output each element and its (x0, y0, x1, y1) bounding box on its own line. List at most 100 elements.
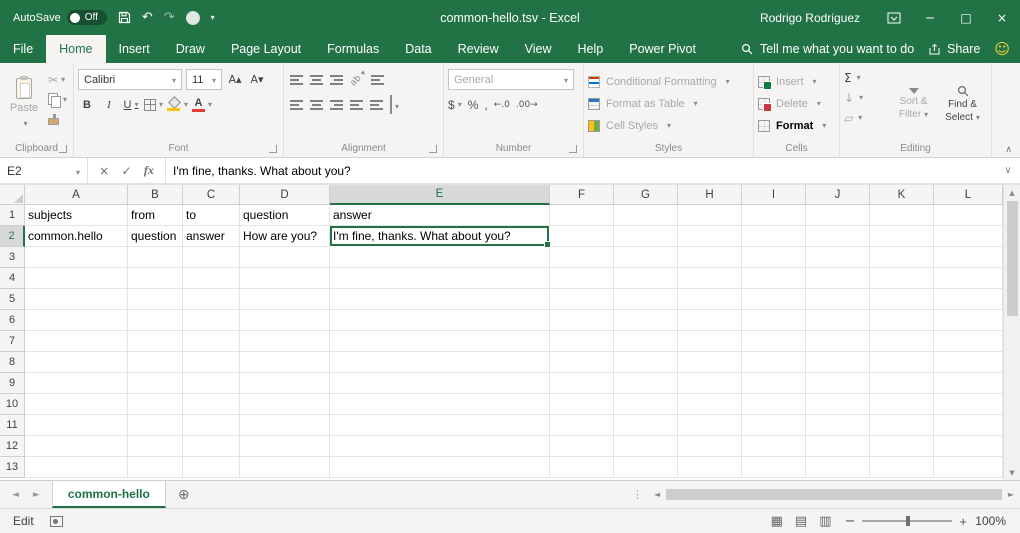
cell-H6[interactable] (678, 310, 742, 331)
row-header-5[interactable]: 5 (0, 289, 25, 310)
cell-A3[interactable] (25, 247, 128, 268)
zoom-slider[interactable] (862, 520, 952, 522)
cell-J6[interactable] (806, 310, 870, 331)
shrink-font-button[interactable]: A▾ (248, 70, 266, 90)
column-header-L[interactable]: L (934, 185, 1003, 205)
user-name[interactable]: Rodrigo Rodriguez (760, 11, 860, 25)
accounting-format-button[interactable]: $ (448, 98, 462, 112)
select-all-button[interactable] (0, 185, 25, 205)
cell-C4[interactable] (183, 268, 240, 289)
tab-formulas[interactable]: Formulas (314, 35, 392, 63)
decrease-decimal-button[interactable]: .00→ (516, 100, 538, 110)
row-header-11[interactable]: 11 (0, 415, 25, 436)
cell-B4[interactable] (128, 268, 183, 289)
cell-J3[interactable] (806, 247, 870, 268)
cell-L2[interactable] (934, 226, 1003, 247)
cell-L10[interactable] (934, 394, 1003, 415)
cell-F4[interactable] (550, 268, 614, 289)
zoom-level[interactable]: 100% (974, 514, 1020, 528)
vertical-scrollbar[interactable]: ▲ ▼ (1003, 185, 1020, 480)
cell-G6[interactable] (614, 310, 678, 331)
save-icon[interactable] (118, 11, 131, 24)
previous-sheet-icon[interactable]: ◄ (12, 490, 19, 500)
close-button[interactable]: × (984, 0, 1020, 35)
cell-D3[interactable] (240, 247, 330, 268)
cell-A8[interactable] (25, 352, 128, 373)
view-normal-icon[interactable]: ▦ (765, 514, 789, 529)
scroll-down-icon[interactable]: ▼ (1004, 465, 1020, 480)
cell-G7[interactable] (614, 331, 678, 352)
cell-J11[interactable] (806, 415, 870, 436)
expand-formula-bar-icon[interactable]: ∨ (996, 158, 1020, 183)
cell-E11[interactable] (330, 415, 550, 436)
conditional-formatting-button[interactable]: Conditional Formatting (588, 72, 749, 92)
cell-D8[interactable] (240, 352, 330, 373)
cell-G11[interactable] (614, 415, 678, 436)
cell-E3[interactable] (330, 247, 550, 268)
cell-I3[interactable] (742, 247, 806, 268)
cell-A11[interactable] (25, 415, 128, 436)
cell-I13[interactable] (742, 457, 806, 478)
cell-E12[interactable] (330, 436, 550, 457)
tab-help[interactable]: Help (565, 35, 617, 63)
scroll-left-icon[interactable]: ◄ (648, 490, 666, 499)
cell-J2[interactable] (806, 226, 870, 247)
cell-C9[interactable] (183, 373, 240, 394)
name-box[interactable]: E2 (0, 158, 88, 183)
cell-F3[interactable] (550, 247, 614, 268)
macro-record-icon[interactable] (50, 516, 63, 527)
cell-A4[interactable] (25, 268, 128, 289)
cell-I12[interactable] (742, 436, 806, 457)
align-left-icon[interactable] (290, 99, 303, 110)
row-header-12[interactable]: 12 (0, 436, 25, 457)
cell-A9[interactable] (25, 373, 128, 394)
autosave-toggle[interactable]: AutoSave Off (13, 10, 107, 25)
cell-I11[interactable] (742, 415, 806, 436)
cell-G3[interactable] (614, 247, 678, 268)
autosave-pill[interactable]: Off (67, 10, 107, 25)
cell-H7[interactable] (678, 331, 742, 352)
column-header-F[interactable]: F (550, 185, 614, 205)
cell-J9[interactable] (806, 373, 870, 394)
cell-J1[interactable] (806, 205, 870, 226)
find-select-button[interactable]: Find & Select (938, 67, 987, 140)
tab-power-pivot[interactable]: Power Pivot (616, 35, 709, 63)
cell-I6[interactable] (742, 310, 806, 331)
undo-icon[interactable]: ↶ (142, 11, 153, 24)
tab-draw[interactable]: Draw (163, 35, 218, 63)
clear-button[interactable]: ▱ (844, 109, 889, 126)
align-center-icon[interactable] (310, 99, 323, 110)
row-header-10[interactable]: 10 (0, 394, 25, 415)
cell-H9[interactable] (678, 373, 742, 394)
row-header-8[interactable]: 8 (0, 352, 25, 373)
zoom-slider-thumb[interactable] (906, 516, 910, 526)
zoom-in-button[interactable]: + (952, 514, 974, 529)
tab-review[interactable]: Review (445, 35, 512, 63)
cell-A10[interactable] (25, 394, 128, 415)
cell-K6[interactable] (870, 310, 934, 331)
format-painter-icon[interactable] (48, 112, 67, 127)
font-dialog-launcher-icon[interactable] (269, 145, 277, 153)
cell-C1[interactable]: to (183, 205, 240, 226)
minimize-button[interactable]: ─ (912, 0, 948, 35)
cell-F13[interactable] (550, 457, 614, 478)
cell-F7[interactable] (550, 331, 614, 352)
autosum-button[interactable]: Σ (844, 69, 889, 86)
sheet-tab-common-hello[interactable]: common-hello (52, 481, 166, 508)
insert-function-icon[interactable]: fx (144, 163, 154, 178)
fill-button[interactable]: ↓ (844, 89, 889, 106)
cell-F11[interactable] (550, 415, 614, 436)
tab-page-layout[interactable]: Page Layout (218, 35, 314, 63)
cell-F9[interactable] (550, 373, 614, 394)
increase-decimal-button[interactable]: ←.0 (494, 100, 510, 110)
row-header-9[interactable]: 9 (0, 373, 25, 394)
cell-E10[interactable] (330, 394, 550, 415)
cell-C3[interactable] (183, 247, 240, 268)
cell-H10[interactable] (678, 394, 742, 415)
cell-B9[interactable] (128, 373, 183, 394)
share-button[interactable]: Share (922, 35, 986, 63)
row-header-2[interactable]: 2 (0, 226, 25, 247)
comma-style-button[interactable]: , (484, 98, 487, 112)
merge-center-button[interactable] (390, 96, 399, 114)
cell-D11[interactable] (240, 415, 330, 436)
